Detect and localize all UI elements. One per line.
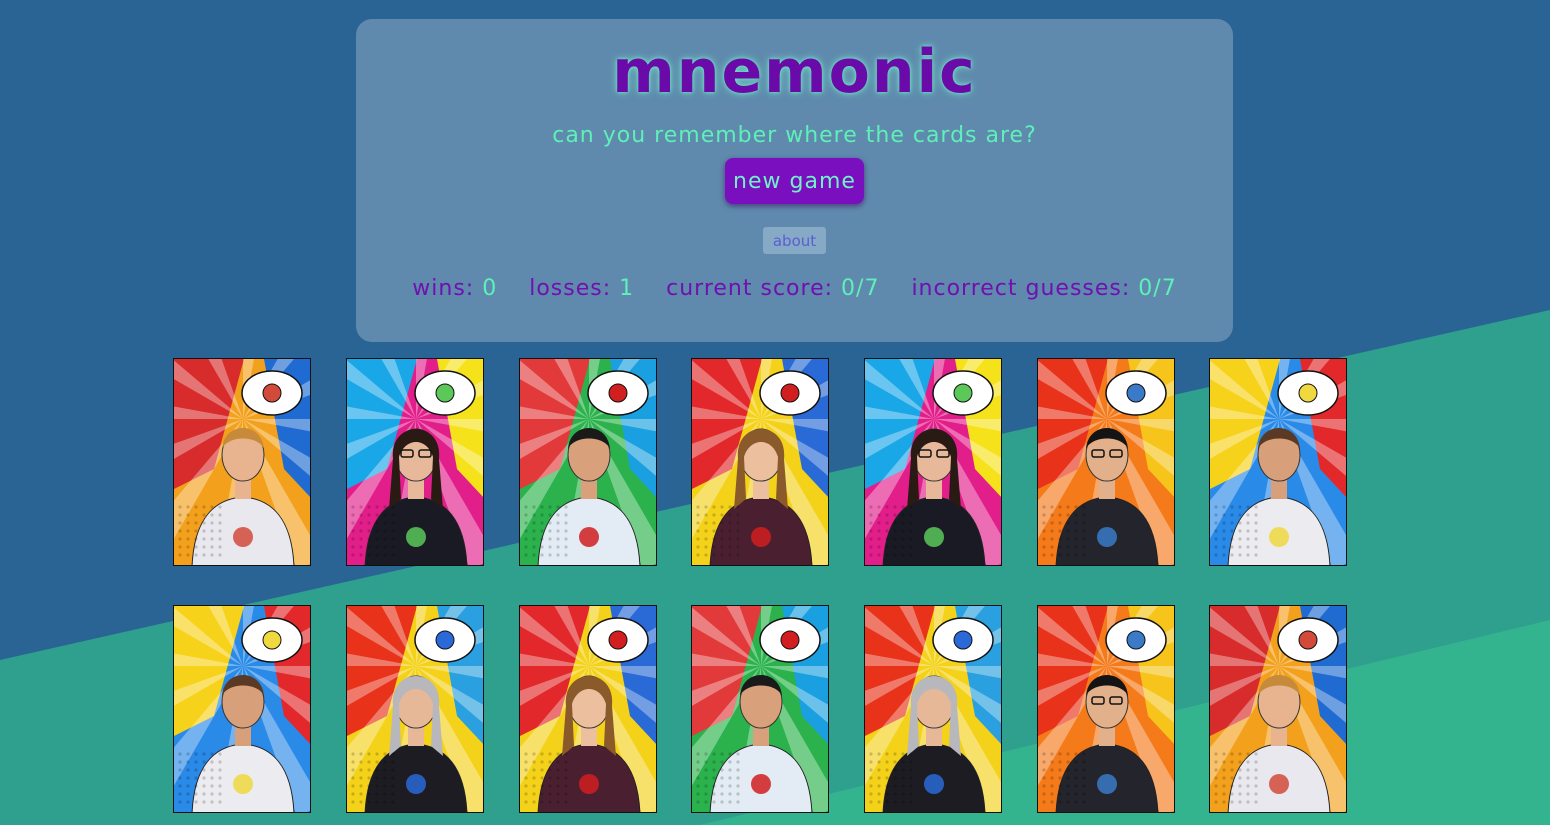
header-panel: mnemonic can you remember where the card… bbox=[356, 19, 1233, 342]
react-logo-icon bbox=[953, 383, 973, 403]
card-portrait bbox=[865, 606, 1001, 812]
wins-label: wins: bbox=[412, 276, 475, 301]
memory-card[interactable] bbox=[1037, 605, 1175, 813]
card-portrait bbox=[1210, 359, 1346, 565]
wins-value: 0 bbox=[482, 276, 498, 301]
html-badge-icon bbox=[262, 630, 282, 650]
html-badge-icon bbox=[1298, 383, 1318, 403]
incorrect-guesses-label: incorrect guesses: bbox=[911, 276, 1131, 301]
losses-label: losses: bbox=[529, 276, 612, 301]
card-portrait bbox=[1038, 359, 1174, 565]
speech-bubble bbox=[932, 370, 994, 416]
ruby-badge-icon bbox=[1298, 630, 1318, 650]
rails-logo-icon bbox=[780, 630, 800, 650]
css-logo-icon bbox=[435, 630, 455, 650]
about-button[interactable]: about bbox=[763, 227, 826, 254]
memory-card[interactable] bbox=[1209, 358, 1347, 566]
css-logo-icon bbox=[953, 630, 973, 650]
rails-logo-icon bbox=[608, 383, 628, 403]
speech-bubble bbox=[587, 370, 649, 416]
memory-card[interactable] bbox=[864, 605, 1002, 813]
react-logo-icon bbox=[435, 383, 455, 403]
speech-bubble bbox=[241, 370, 303, 416]
current-score-label: current score: bbox=[666, 276, 834, 301]
incorrect-stat: incorrect guesses: 0/7 bbox=[911, 276, 1176, 301]
memory-card[interactable] bbox=[864, 358, 1002, 566]
card-portrait bbox=[347, 359, 483, 565]
card-portrait bbox=[347, 606, 483, 812]
memory-card[interactable] bbox=[519, 358, 657, 566]
stats-bar: wins: 0 losses: 1 current score: 0/7 inc… bbox=[356, 276, 1233, 301]
card-portrait bbox=[865, 359, 1001, 565]
speech-bubble bbox=[759, 617, 821, 663]
speech-bubble bbox=[759, 370, 821, 416]
rails-logo-icon bbox=[608, 630, 628, 650]
memory-card[interactable] bbox=[346, 605, 484, 813]
card-portrait bbox=[1038, 606, 1174, 812]
card-portrait bbox=[520, 606, 656, 812]
card-portrait bbox=[520, 359, 656, 565]
new-game-button[interactable]: new game bbox=[725, 158, 864, 204]
incorrect-guesses-value: 0/7 bbox=[1138, 276, 1177, 301]
memory-card[interactable] bbox=[1037, 358, 1175, 566]
speech-bubble bbox=[241, 617, 303, 663]
memory-card[interactable] bbox=[173, 358, 311, 566]
card-portrait bbox=[692, 606, 828, 812]
ruby-badge-icon bbox=[262, 383, 282, 403]
python-logo-icon bbox=[1126, 630, 1146, 650]
rails-logo-icon bbox=[780, 383, 800, 403]
score-stat: current score: 0/7 bbox=[666, 276, 879, 301]
speech-bubble bbox=[414, 370, 476, 416]
memory-card[interactable] bbox=[691, 605, 829, 813]
wins-stat: wins: 0 bbox=[412, 276, 497, 301]
speech-bubble bbox=[1105, 370, 1167, 416]
speech-bubble bbox=[1277, 370, 1339, 416]
card-portrait bbox=[1210, 606, 1346, 812]
game-subtitle: can you remember where the cards are? bbox=[552, 123, 1037, 148]
losses-stat: losses: 1 bbox=[529, 276, 634, 301]
memory-card[interactable] bbox=[173, 605, 311, 813]
memory-card[interactable] bbox=[691, 358, 829, 566]
memory-card[interactable] bbox=[519, 605, 657, 813]
card-portrait bbox=[692, 359, 828, 565]
game-title: mnemonic bbox=[612, 37, 977, 107]
speech-bubble bbox=[587, 617, 649, 663]
python-logo-icon bbox=[1126, 383, 1146, 403]
card-portrait bbox=[174, 359, 310, 565]
memory-card[interactable] bbox=[346, 358, 484, 566]
speech-bubble bbox=[932, 617, 994, 663]
current-score-value: 0/7 bbox=[841, 276, 880, 301]
card-portrait bbox=[174, 606, 310, 812]
speech-bubble bbox=[414, 617, 476, 663]
speech-bubble bbox=[1277, 617, 1339, 663]
speech-bubble bbox=[1105, 617, 1167, 663]
memory-card[interactable] bbox=[1209, 605, 1347, 813]
losses-value: 1 bbox=[619, 276, 635, 301]
